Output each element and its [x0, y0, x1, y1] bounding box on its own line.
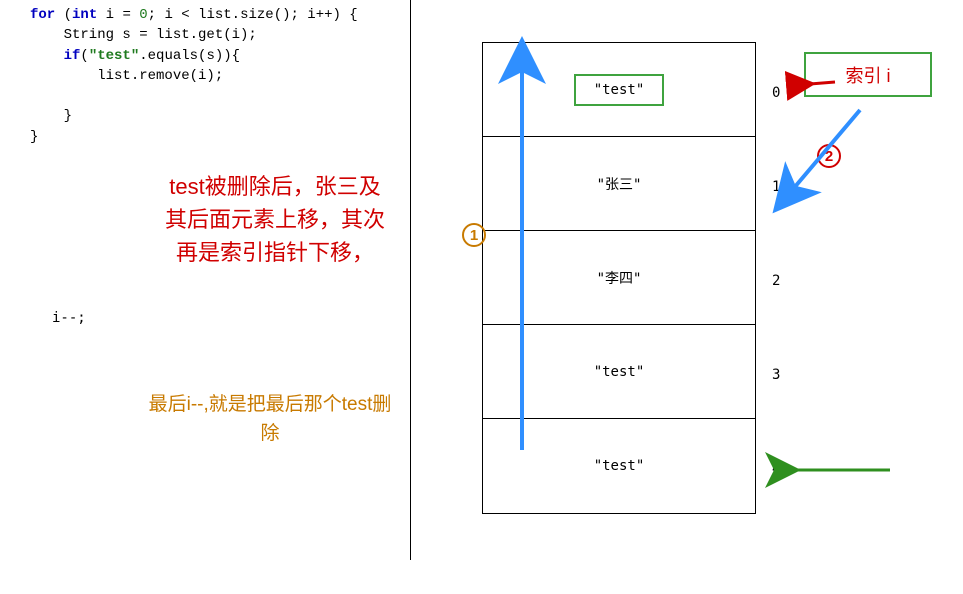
index-4: 4 [772, 461, 780, 477]
literal-zero: 0 [139, 7, 147, 23]
right-panel: "test" "张三" "李四" "test" "test" 0 1 2 3 4… [410, 0, 963, 594]
left-panel: for (int i = 0; i < list.size(); i++) { … [0, 0, 410, 594]
code-line: list.remove(i); [30, 68, 223, 84]
list-table: "test" "张三" "李四" "test" "test" [482, 42, 756, 514]
code-line: String s = list.get(i); [30, 27, 257, 43]
code-line: } [30, 129, 38, 145]
cell-value: "李四" [597, 268, 642, 288]
step-1-marker: 1 [462, 223, 486, 247]
kw-if: if [64, 48, 81, 64]
code-block: for (int i = 0; i < list.size(); i++) { … [30, 5, 410, 147]
cell-value: "张三" [597, 174, 642, 194]
index-label-box: 索引 i [804, 52, 932, 97]
code-frag: i = [97, 7, 139, 23]
red-explanation: test被删除后，张三及其后面元素上移，其次再是索引指针下移， [165, 170, 385, 269]
code-line: } [30, 108, 72, 124]
code-frag: ( [80, 48, 88, 64]
cell-value: "test" [594, 458, 645, 474]
list-cell-0: "test" [483, 43, 755, 137]
code-frag: .equals(s)){ [139, 48, 240, 64]
kw-for: for [30, 7, 55, 23]
list-cell-4: "test" [483, 419, 755, 513]
index-3: 3 [772, 367, 780, 383]
index-0: 0 [772, 85, 780, 101]
cell-value: "test" [594, 364, 645, 380]
cell-value-outlined: "test" [574, 74, 665, 106]
string-test: "test" [89, 48, 139, 64]
list-cell-2: "李四" [483, 231, 755, 325]
index-2: 2 [772, 273, 780, 289]
i-decrement: i--; [52, 310, 86, 326]
step-2-marker: 2 [817, 144, 841, 168]
kw-int: int [72, 7, 97, 23]
code-frag: ; i < list.size(); i++) { [148, 7, 358, 23]
index-1: 1 [772, 179, 780, 195]
list-cell-1: "张三" [483, 137, 755, 231]
brown-explanation: 最后i--,就是把最后那个test删除 [145, 391, 395, 448]
list-cell-3: "test" [483, 325, 755, 419]
index-label-text: 索引 i [846, 62, 891, 88]
